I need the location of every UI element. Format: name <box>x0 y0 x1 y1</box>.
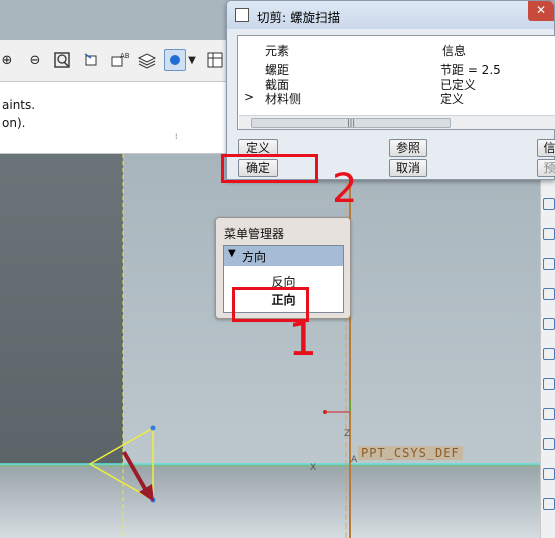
extrude-icon[interactable] <box>543 378 555 390</box>
sketch-icon[interactable] <box>543 348 555 360</box>
references-button[interactable]: 参照 <box>389 139 427 157</box>
direction-menu-header[interactable]: ▼ 方向 <box>224 246 343 266</box>
datum-plane-icon[interactable] <box>543 198 555 210</box>
horizontal-scrollbar[interactable]: ||| <box>239 115 555 129</box>
csys-point <box>323 410 327 414</box>
info-button[interactable]: 信 <box>537 139 555 157</box>
sweep-icon[interactable] <box>543 438 555 450</box>
step-number-1: 1 <box>288 312 318 366</box>
right-toolbar <box>540 154 555 538</box>
preview-button[interactable]: 预 <box>537 159 555 177</box>
datum-point-icon[interactable] <box>543 288 555 300</box>
helical-sweep-cut-dialog: 切剪: 螺旋扫描 ✕ 元素 信息 螺距 节距 = 2.5 截面 已定义 > 材料… <box>226 0 555 180</box>
step-number-2: 2 <box>332 166 358 212</box>
blend-icon[interactable] <box>543 468 555 480</box>
row-material-side-info: 定义 <box>440 92 465 106</box>
highlight-box-2 <box>221 154 318 183</box>
collapse-triangle-icon: ▼ <box>228 248 236 259</box>
column-header-element: 元素 <box>265 44 290 58</box>
datum-curve-icon[interactable] <box>543 258 555 270</box>
csys-icon[interactable] <box>543 318 555 330</box>
scrollbar-thumb[interactable]: ||| <box>251 118 451 128</box>
dialog-title: 切剪: 螺旋扫描 <box>257 10 341 25</box>
direction-arrow-head <box>139 484 154 502</box>
datum-axis-icon[interactable] <box>543 228 555 240</box>
menu-manager-title: 菜单管理器 <box>224 227 285 241</box>
cancel-button[interactable]: 取消 <box>389 159 427 177</box>
dialog-titlebar[interactable]: 切剪: 螺旋扫描 ✕ <box>227 1 554 29</box>
axis-x-label: X <box>310 463 316 473</box>
hole-icon[interactable] <box>543 498 555 510</box>
direction-menu-title: 方向 <box>242 250 267 264</box>
vertex-top <box>150 425 156 431</box>
axis-a-label: A <box>351 455 358 465</box>
current-row-marker: > <box>244 90 255 104</box>
csys-label: PPT_CSYS_DEF <box>358 446 463 460</box>
dialog-app-icon <box>235 8 249 22</box>
revolve-icon[interactable] <box>543 408 555 420</box>
column-header-info: 信息 <box>442 44 467 58</box>
close-icon[interactable]: ✕ <box>528 1 554 21</box>
axis-z-label: Z <box>344 429 350 439</box>
row-material-side-element[interactable]: 材料侧 <box>265 90 301 107</box>
direction-arrow-shaft <box>122 451 150 495</box>
